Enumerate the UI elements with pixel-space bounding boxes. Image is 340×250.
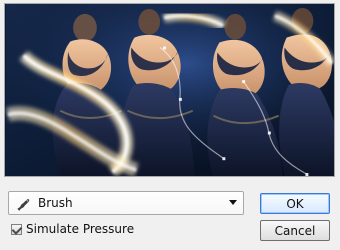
brush-select-value: Brush: [38, 196, 73, 210]
brush-dropdown[interactable]: Brush: [8, 191, 244, 215]
cancel-button[interactable]: Cancel: [260, 220, 330, 241]
simulate-pressure-checkbox[interactable]: [11, 223, 22, 235]
preview-canvas: [5, 4, 334, 176]
simulate-pressure-label: Simulate Pressure: [26, 222, 135, 236]
dialog-controls: Brush Simulate Pressure OK Cancel: [0, 178, 340, 250]
stroke-path-dialog: Brush Simulate Pressure OK Cancel: [0, 0, 340, 250]
ok-button[interactable]: OK: [260, 193, 330, 214]
chevron-down-icon: [229, 200, 237, 205]
simulate-pressure-row: Simulate Pressure: [11, 220, 134, 238]
brush-icon: [17, 199, 30, 211]
preview-image: [4, 3, 335, 177]
